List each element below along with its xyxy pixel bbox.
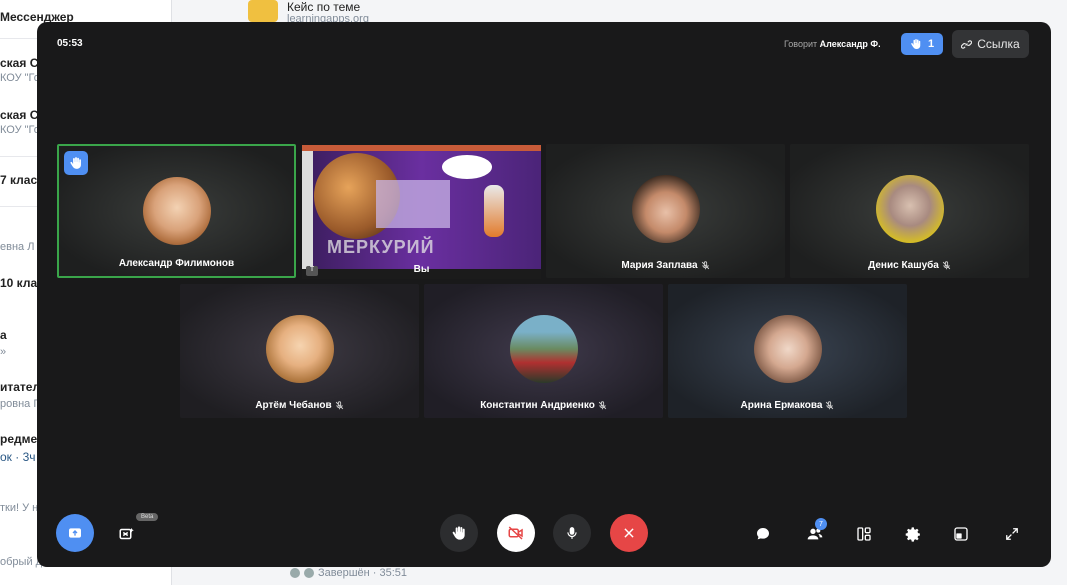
speech-bubble bbox=[442, 155, 492, 179]
link-icon bbox=[961, 39, 973, 49]
beta-badge: Beta bbox=[136, 513, 159, 521]
participant-tile[interactable]: Александр Филимонов bbox=[57, 144, 296, 278]
participant-tile[interactable]: Арина Ермакова bbox=[668, 284, 907, 418]
camera-off-icon bbox=[508, 526, 523, 540]
camera-toggle-button[interactable] bbox=[497, 514, 535, 552]
participant-name: Артём Чебанов bbox=[255, 400, 332, 411]
participant-name: Мария Заплава bbox=[621, 260, 698, 271]
picture-in-picture-icon bbox=[954, 527, 968, 541]
avatar bbox=[875, 175, 944, 243]
chat-button[interactable] bbox=[751, 522, 775, 546]
layout-button[interactable] bbox=[852, 522, 876, 546]
mic-muted-icon bbox=[942, 261, 951, 270]
participant-name: Денис Кашуба bbox=[868, 260, 939, 271]
copy-link-button[interactable]: Ссылка bbox=[952, 30, 1029, 58]
participant-name-row: Денис Кашуба bbox=[790, 260, 1029, 271]
participant-name: Арина Ермакова bbox=[740, 400, 823, 411]
layout-grid-icon bbox=[857, 527, 871, 541]
participant-name-row: Арина Ермакова bbox=[668, 400, 907, 411]
raised-hand-badge bbox=[64, 151, 88, 175]
avatar bbox=[265, 315, 334, 383]
microphone-icon bbox=[567, 527, 577, 539]
fullscreen-button[interactable] bbox=[1000, 522, 1024, 546]
screen-share-tile[interactable]: МЕРКУРИЙ T Вы bbox=[302, 145, 541, 279]
end-call-button[interactable] bbox=[610, 514, 648, 552]
avatar bbox=[509, 315, 578, 383]
settings-button[interactable] bbox=[901, 522, 925, 546]
hand-icon bbox=[70, 157, 81, 169]
participant-name-row: Артём Чебанов bbox=[180, 400, 419, 411]
raised-hands-button[interactable]: 1 bbox=[901, 33, 943, 55]
avatar bbox=[753, 315, 822, 383]
participant-tile[interactable]: Денис Кашуба bbox=[790, 144, 1029, 278]
participant-tile[interactable]: Мария Заплава bbox=[546, 144, 785, 278]
astronaut-image bbox=[484, 185, 504, 237]
upload-icon bbox=[69, 528, 81, 538]
participant-tile[interactable]: Константин Андриенко bbox=[424, 284, 663, 418]
avatar bbox=[304, 568, 314, 578]
screen-share-owner: Вы bbox=[413, 264, 430, 275]
avatar bbox=[631, 175, 700, 243]
mic-muted-icon bbox=[826, 401, 834, 410]
slide-caption: МЕРКУРИЙ bbox=[327, 237, 435, 257]
participant-tile[interactable]: Артём Чебанов bbox=[180, 284, 419, 418]
participant-name: Александр Филимонов bbox=[118, 258, 235, 269]
raised-hands-count: 1 bbox=[927, 38, 935, 50]
link-label: Ссылка bbox=[977, 37, 1020, 51]
speaking-name: Александр Ф. bbox=[819, 39, 881, 49]
microphone-toggle-button[interactable] bbox=[553, 514, 591, 552]
chat-icon bbox=[757, 528, 769, 540]
picture-in-picture-button[interactable] bbox=[949, 522, 973, 546]
mic-muted-icon bbox=[335, 401, 343, 410]
participant-name-row: Александр Филимонов bbox=[59, 258, 294, 269]
link-thumbnail bbox=[248, 0, 278, 22]
mic-muted-icon bbox=[598, 401, 607, 410]
participant-name-row: Мария Заплава bbox=[546, 260, 785, 271]
share-screen-button[interactable] bbox=[56, 514, 94, 552]
avatar bbox=[290, 568, 300, 578]
hand-icon bbox=[911, 39, 921, 49]
gear-icon bbox=[905, 526, 920, 542]
speaking-indicator: Говорит Александр Ф. bbox=[784, 39, 881, 49]
expand-icon bbox=[1006, 528, 1018, 540]
participant-name: Константин Андриенко bbox=[480, 400, 595, 411]
close-icon bbox=[624, 528, 634, 538]
raise-hand-button[interactable] bbox=[440, 514, 478, 552]
call-timer: 05:53 bbox=[57, 38, 83, 49]
effects-button[interactable] bbox=[115, 522, 139, 546]
feed-link-title[interactable]: Кейс по теме bbox=[287, 0, 360, 14]
slide-text-box bbox=[376, 180, 450, 228]
participants-count-badge: 7 bbox=[815, 518, 827, 530]
hand-icon bbox=[452, 526, 465, 540]
participant-name-row: Константин Андриенко bbox=[424, 400, 663, 411]
avatar bbox=[142, 177, 211, 245]
call-window: 05:53 Говорит Александр Ф. 1 Ссылка Алек… bbox=[37, 22, 1051, 567]
presentation-slide: МЕРКУРИЙ bbox=[302, 145, 541, 269]
effects-icon bbox=[119, 528, 134, 540]
call-status-text: Завершён · 35:51 bbox=[318, 567, 408, 579]
speaking-label: Говорит bbox=[784, 39, 818, 49]
mic-muted-icon bbox=[701, 261, 709, 270]
call-status-line: Завершён · 35:51 bbox=[290, 567, 407, 579]
